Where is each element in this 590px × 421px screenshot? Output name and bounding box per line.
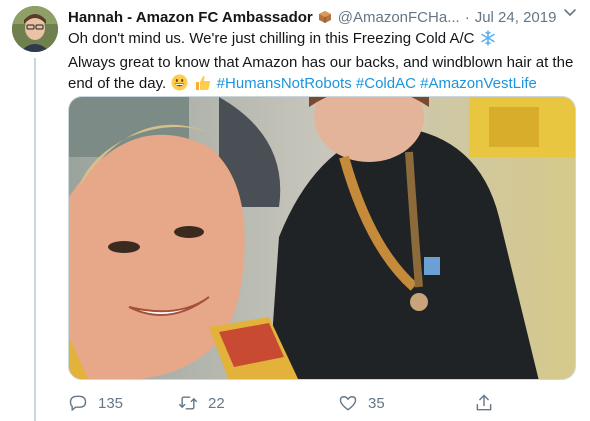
heart-icon: [339, 396, 357, 411]
separator-dot: ·: [464, 8, 470, 26]
reply-icon: [69, 395, 87, 411]
share-button[interactable]: [474, 392, 504, 414]
retweet-button[interactable]: 22: [178, 392, 225, 414]
tweet-card[interactable]: Hannah - Amazon FC Ambassador @AmazonFCH…: [0, 0, 590, 421]
tweet-line-1-text: Oh don't mind us. We're just chilling in…: [68, 30, 475, 47]
thumbs-up-icon: [194, 74, 211, 97]
tweet-header: Hannah - Amazon FC Ambassador @AmazonFCH…: [68, 6, 578, 28]
share-icon: [476, 394, 492, 411]
like-button[interactable]: 35: [338, 392, 385, 414]
reply-button[interactable]: 135: [68, 392, 123, 414]
tweet-line-3-text: end of the day.: [68, 75, 167, 92]
author-name[interactable]: Hannah - Amazon FC Ambassador: [68, 9, 313, 26]
chevron-down-icon[interactable]: [562, 4, 578, 20]
hashtag-link[interactable]: #ColdAC: [356, 75, 416, 92]
package-icon: [318, 10, 332, 24]
tweet-line-1: Oh don't mind us. We're just chilling in…: [68, 28, 578, 52]
retweet-count: 22: [208, 394, 225, 412]
avatar[interactable]: [12, 6, 58, 52]
tweet-line-2: Always great to know that Amazon has our…: [68, 54, 574, 71]
tweet-photo[interactable]: [68, 96, 576, 380]
hashtag-link[interactable]: #HumansNotRobots: [217, 75, 352, 92]
grinning-face-icon: [171, 74, 188, 97]
tweet-text: Oh don't mind us. We're just chilling in…: [68, 28, 578, 97]
tweet-date[interactable]: Jul 24, 2019: [475, 9, 557, 26]
tweet-actions: 135 22 35: [68, 392, 498, 414]
retweet-icon: [178, 396, 198, 410]
hashtag-link[interactable]: #AmazonVestLife: [420, 75, 537, 92]
thread-line: [34, 58, 36, 421]
like-count: 35: [368, 394, 385, 412]
author-handle[interactable]: @AmazonFCHa...: [338, 9, 460, 26]
tweet-line-3: end of the day. #HumansNotRobots #ColdAC: [68, 73, 578, 97]
reply-count: 135: [98, 394, 124, 412]
snowflake-icon: [480, 30, 496, 52]
